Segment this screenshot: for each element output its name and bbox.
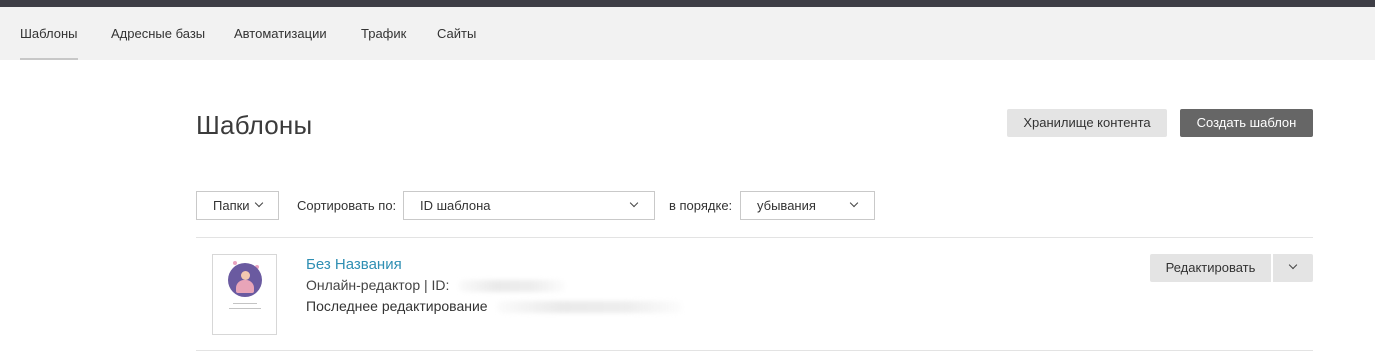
sort-label: Сортировать по:: [297, 198, 397, 213]
tab-address-books[interactable]: Адресные базы: [111, 7, 205, 60]
chevron-down-icon: [254, 198, 264, 208]
order-label: в порядке:: [669, 198, 733, 213]
page-title: Шаблоны: [196, 110, 313, 140]
tab-automations[interactable]: Автоматизации: [234, 7, 327, 60]
sort-select[interactable]: ID шаблона: [403, 191, 655, 220]
chevron-down-icon: [629, 198, 639, 208]
edit-button[interactable]: Редактировать: [1150, 254, 1271, 282]
folders-dropdown[interactable]: Папки: [196, 191, 279, 220]
section-nav: Шаблоны Адресные базы Автоматизации Траф…: [0, 7, 1375, 60]
edit-options-button[interactable]: [1273, 254, 1313, 282]
chevron-down-icon: [1288, 260, 1298, 270]
thumbnail-text-line: [229, 308, 261, 309]
thumbnail-text-line: [233, 303, 257, 304]
illustration-body: [236, 280, 254, 293]
template-thumbnail[interactable]: [212, 254, 277, 335]
create-template-button[interactable]: Создать шаблон: [1180, 109, 1313, 137]
template-last-edited: Последнее редактирование: [306, 298, 488, 314]
illustration-head: [241, 271, 250, 280]
chevron-down-icon: [849, 198, 859, 208]
sort-value: ID шаблона: [420, 198, 491, 213]
template-meta: Онлайн-редактор | ID:: [306, 277, 450, 293]
template-name-link[interactable]: Без Названия: [306, 256, 402, 273]
tab-templates[interactable]: Шаблоны: [20, 7, 78, 60]
content-storage-button[interactable]: Хранилище контента: [1007, 109, 1167, 137]
order-select[interactable]: убывания: [740, 191, 875, 220]
top-app-bar: [0, 0, 1375, 7]
tab-traffic[interactable]: Трафик: [361, 7, 406, 60]
list-divider-top: [196, 237, 1313, 238]
thumbnail-illustration: [228, 263, 262, 297]
tab-sites[interactable]: Сайты: [437, 7, 476, 60]
edit-button-group: Редактировать: [1150, 254, 1313, 282]
order-value: убывания: [757, 198, 816, 213]
redacted-date: [497, 301, 683, 313]
list-divider-bottom: [196, 350, 1313, 351]
folders-label: Папки: [213, 198, 250, 213]
redacted-id: [458, 280, 566, 292]
